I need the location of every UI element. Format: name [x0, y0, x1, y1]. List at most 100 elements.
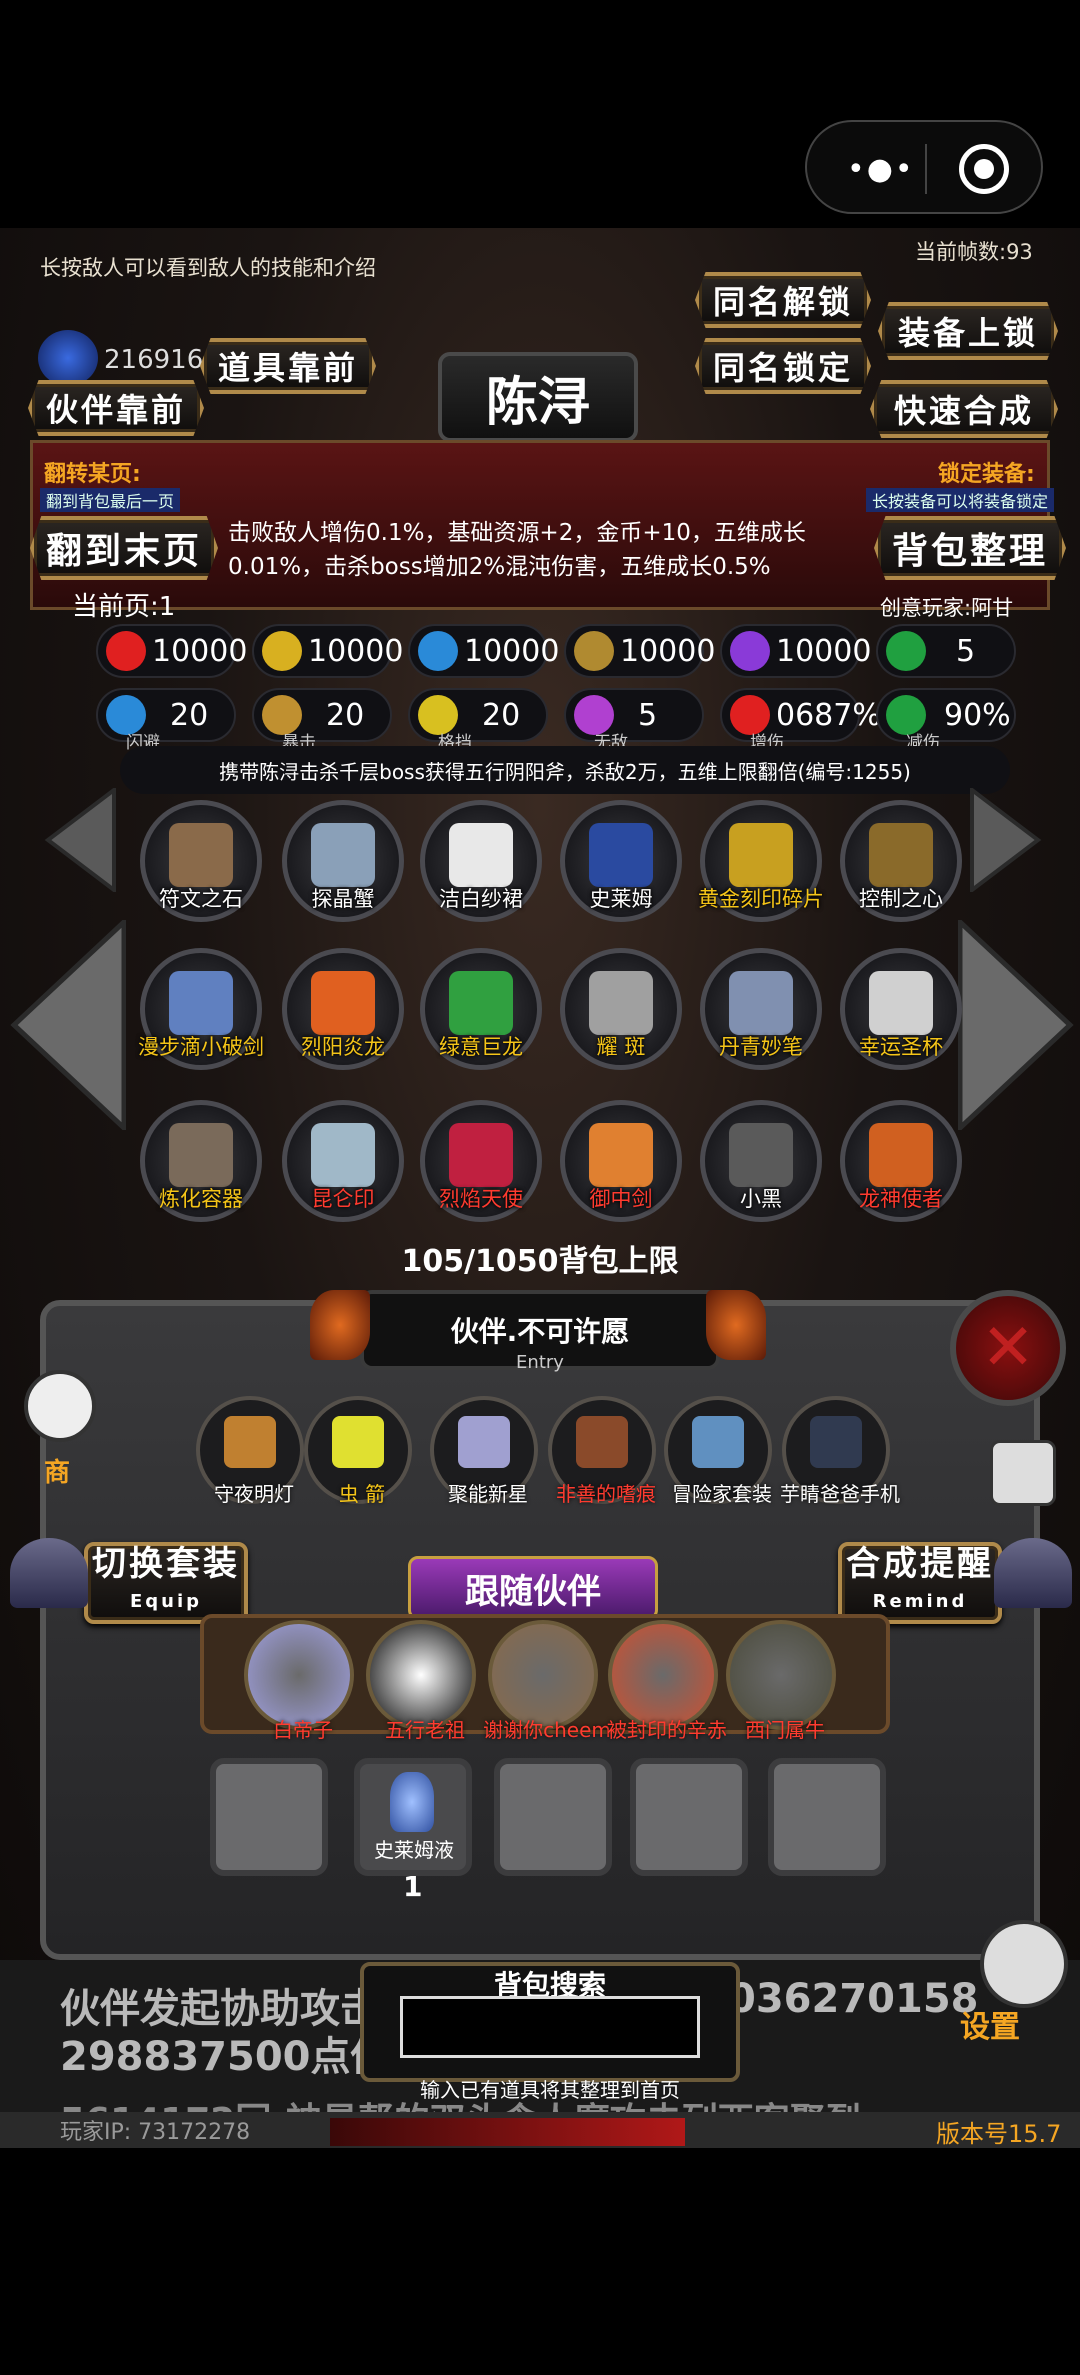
- stat-block: 20 格挡: [408, 688, 548, 753]
- item-icon: [589, 1123, 653, 1187]
- gear-icon[interactable]: [980, 1920, 1068, 2008]
- current-page: 当前页:1: [72, 592, 176, 622]
- inventory-slot[interactable]: [210, 1758, 328, 1876]
- shop-icon[interactable]: [24, 1370, 96, 1442]
- helmet-left-icon: [10, 1538, 88, 1608]
- inventory-item[interactable]: 漫步滴小破剑: [138, 948, 264, 1070]
- inventory-item[interactable]: 龙神使者: [840, 1100, 962, 1222]
- item-icon: [311, 823, 375, 887]
- helmet-right-icon: [994, 1538, 1072, 1608]
- same-name-lock-button[interactable]: 同名锁定: [695, 338, 871, 394]
- inventory-item[interactable]: 炼化容器: [140, 1100, 262, 1222]
- next-page-arrow-icon[interactable]: [958, 920, 1074, 1130]
- stat-speed: 10000: [408, 624, 559, 678]
- inventory-slot[interactable]: 史莱姆液: [354, 1758, 472, 1876]
- shop-label[interactable]: 商: [44, 1452, 70, 1489]
- top-tip: 长按敌人可以看到敌人的技能和介绍: [40, 256, 376, 280]
- inventory-item[interactable]: 御中剑: [560, 1100, 682, 1222]
- stat-damage-reduce: 90% 减伤: [876, 688, 1016, 753]
- stat-value: 10000: [620, 633, 716, 669]
- more-icon[interactable]: •●•: [847, 152, 915, 187]
- component-icon: [692, 1416, 744, 1468]
- stat-invincible: 5 无敌: [564, 688, 704, 753]
- speed-icon: [418, 631, 458, 671]
- follow-partner-title: 跟随伙伴: [408, 1556, 658, 1620]
- flip-sub: 翻到背包最后一页: [40, 488, 181, 512]
- inventory-item[interactable]: 小黑: [700, 1100, 822, 1222]
- stat-attack: 10000: [564, 624, 715, 678]
- stat-energy: 10000: [720, 624, 871, 678]
- inventory-item[interactable]: 绿意巨龙: [420, 948, 542, 1070]
- inventory-slot[interactable]: [630, 1758, 748, 1876]
- slime-liquid-icon: [390, 1772, 434, 1832]
- stat-dodge: 20 闪避: [96, 688, 236, 753]
- switch-set-sub: Equip: [129, 1591, 203, 1612]
- partner-front-button[interactable]: 伙伴靠前: [28, 380, 204, 436]
- bag-limit: 105/1050背包上限: [401, 1244, 679, 1279]
- health-bar: [330, 2118, 685, 2146]
- combat-log-line1-right: 036270158: [728, 1976, 979, 2022]
- inventory-item[interactable]: 符文之石: [140, 800, 262, 922]
- close-panel-button[interactable]: ✕: [950, 1290, 1066, 1406]
- goto-last-page-button[interactable]: 翻到末页: [30, 516, 218, 580]
- item-label: 龙神使者: [859, 1187, 943, 1211]
- settings-label[interactable]: 设置: [960, 2002, 1020, 2046]
- stat-value: 0687%: [776, 697, 881, 733]
- merge-remind-sub: Remind: [872, 1591, 968, 1612]
- item-icon: [169, 971, 233, 1035]
- partner-avatar[interactable]: 西门属牛: [726, 1620, 836, 1742]
- inventory-item[interactable]: 烈阳炎龙: [282, 948, 404, 1070]
- character-description: 击败敌人增伤0.1%，基础资源+2，金币+10，五维成长0.01%，击杀boss…: [228, 520, 806, 580]
- inventory-item[interactable]: 洁白纱裙: [420, 800, 542, 922]
- item-label: 控制之心: [859, 887, 943, 911]
- merge-remind-button[interactable]: 合成提醒 Remind: [838, 1542, 1002, 1624]
- fps-counter: 当前帧数:93: [915, 240, 1033, 264]
- close-icon: ✕: [981, 1311, 1035, 1385]
- item-icon: [869, 1123, 933, 1187]
- inventory-item[interactable]: 黄金刻印碎片: [698, 800, 824, 922]
- inventory-item[interactable]: 控制之心: [840, 800, 962, 922]
- dice-icon[interactable]: [990, 1440, 1056, 1506]
- item-icon: [449, 823, 513, 887]
- component-item[interactable]: 芋睛爸爸手机: [780, 1396, 900, 1506]
- inventory-slot[interactable]: [494, 1758, 612, 1876]
- creator-credit: 创意玩家:阿甘: [880, 596, 1014, 620]
- inventory-slot[interactable]: [768, 1758, 886, 1876]
- inventory-item[interactable]: 昆仑印: [282, 1100, 404, 1222]
- equip-lock-button[interactable]: 装备上锁: [878, 302, 1058, 360]
- version-label: 版本号15.7: [936, 2120, 1062, 2148]
- stat-luck: 5: [876, 624, 1016, 678]
- inventory-item[interactable]: 烈焰天使: [420, 1100, 542, 1222]
- item-icon: [729, 971, 793, 1035]
- item-front-button[interactable]: 道具靠前: [200, 338, 376, 394]
- component-icon: [576, 1416, 628, 1468]
- bag-sort-button[interactable]: 背包整理: [874, 516, 1066, 580]
- inventory-item[interactable]: 史莱姆: [560, 800, 682, 922]
- sword-icon: [574, 631, 614, 671]
- prev-page-arrow-icon[interactable]: [10, 920, 126, 1130]
- inventory-item[interactable]: 耀 斑: [560, 948, 682, 1070]
- flip-title: 翻转某页:: [44, 462, 141, 487]
- player-ip: 玩家IP: 73172278: [60, 2120, 251, 2145]
- switch-set-button[interactable]: 切换套装 Equip: [84, 1542, 248, 1624]
- close-miniprogram-icon[interactable]: [959, 144, 1009, 194]
- stat-value: 20: [482, 697, 521, 733]
- component-label: 芋睛爸爸手机: [780, 1482, 900, 1506]
- item-icon: [589, 823, 653, 887]
- character-name: 陈浔: [438, 352, 638, 442]
- next-row-arrow-icon[interactable]: [970, 788, 1042, 892]
- quick-merge-button[interactable]: 快速合成: [870, 380, 1058, 438]
- inventory-item[interactable]: 丹青妙笔: [700, 948, 822, 1070]
- lock-title: 锁定装备:: [938, 462, 1035, 487]
- inventory-item[interactable]: 探晶蟹: [282, 800, 404, 922]
- prev-row-arrow-icon[interactable]: [44, 788, 116, 892]
- bag-search-input[interactable]: [400, 1996, 700, 2058]
- same-name-unlock-button[interactable]: 同名解锁: [695, 272, 871, 328]
- stat-value: 20: [326, 697, 365, 733]
- bottom-bar: [0, 2148, 1080, 2375]
- inventory-item[interactable]: 幸运圣杯: [840, 948, 962, 1070]
- stat-hp: 10000: [96, 624, 247, 678]
- lightning-icon: [730, 631, 770, 671]
- stat-value: 10000: [152, 633, 248, 669]
- merge-remind-label: 合成提醒: [846, 1544, 994, 1584]
